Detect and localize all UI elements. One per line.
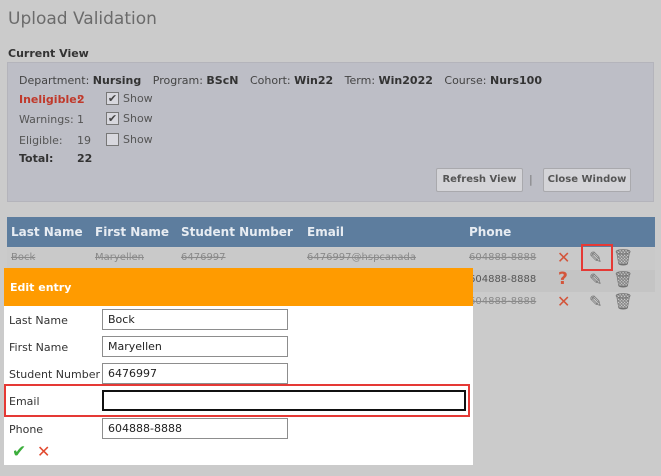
student-number-input[interactable] [102, 363, 288, 384]
last-name-input[interactable] [102, 309, 288, 330]
cancel-x-icon[interactable]: ✕ [37, 442, 50, 461]
warnings-show-checkbox[interactable]: ✔ [106, 112, 119, 125]
pencil-icon[interactable]: ✎ [589, 272, 602, 288]
email-field-highlight [4, 384, 470, 417]
department-value: Nursing [92, 74, 142, 87]
column-first-name[interactable]: First Name [95, 225, 169, 239]
current-view-title: Current View [8, 47, 89, 60]
department-label: Department: [19, 74, 90, 87]
cohort-label: Cohort: [249, 74, 291, 87]
edit-entry-title: Edit entry [4, 268, 473, 306]
cell-first-name: Maryellen [95, 252, 144, 263]
eligible-show-checkbox[interactable] [106, 133, 119, 146]
table-header: Last Name First Name Student Number Emai… [7, 217, 655, 247]
total-label: Total: [19, 152, 54, 165]
term-value: Win2022 [378, 74, 433, 87]
cell-phone: 604888-8888 [469, 252, 537, 263]
cell-phone: 604888-8888 [469, 296, 537, 307]
ineligible-label: Ineligible: [19, 93, 82, 106]
eligible-show-label: Show [123, 133, 153, 146]
program-value: BScN [206, 74, 239, 87]
phone-input[interactable] [102, 418, 288, 439]
ineligible-count: 2 [77, 93, 85, 106]
cell-last-name: Bock [11, 252, 36, 263]
course-label: Course: [444, 74, 487, 87]
phone-label: Phone [9, 423, 44, 436]
button-separator: | [529, 173, 533, 186]
cell-phone: 604888-8888 [469, 274, 537, 285]
student-number-label: Student Number [9, 368, 100, 381]
refresh-view-button[interactable]: Refresh View [436, 168, 523, 192]
course-value: Nurs100 [490, 74, 542, 87]
ineligible-show-checkbox[interactable]: ✔ [106, 92, 119, 105]
first-name-input[interactable] [102, 336, 288, 357]
eligible-count: 19 [77, 134, 91, 147]
current-view-panel: Department: Nursing Program: BScN Cohort… [7, 62, 654, 202]
ineligible-show-label: Show [123, 92, 153, 105]
trash-icon[interactable]: 🗑 [613, 272, 633, 288]
page-title: Upload Validation [8, 9, 157, 29]
warnings-label: Warnings: [19, 113, 74, 126]
first-name-label: First Name [9, 341, 69, 354]
filter-summary: Department: Nursing Program: BScN Cohort… [19, 74, 542, 87]
cell-email: 6476997@hspcanada [307, 252, 416, 263]
column-student-number[interactable]: Student Number [181, 225, 293, 239]
last-name-label: Last Name [9, 314, 68, 327]
cohort-value: Win22 [294, 74, 334, 87]
warning-question-icon: ? [558, 269, 568, 289]
edit-entry-panel: Edit entry Last Name First Name Student … [4, 268, 473, 465]
column-last-name[interactable]: Last Name [11, 225, 83, 239]
eligible-label: Eligible: [19, 134, 63, 147]
warnings-show-label: Show [123, 112, 153, 125]
trash-icon[interactable]: 🗑 [613, 250, 633, 266]
ineligible-x-icon: ✕ [557, 248, 571, 267]
program-label: Program: [152, 74, 203, 87]
trash-icon[interactable]: 🗑 [613, 294, 633, 310]
term-label: Term: [344, 74, 376, 87]
cell-student-number: 6476997 [181, 252, 226, 263]
save-check-icon[interactable]: ✔ [12, 442, 26, 462]
close-window-button[interactable]: Close Window [543, 168, 631, 192]
ineligible-x-icon: ✕ [557, 292, 571, 311]
table-row[interactable]: Bock Maryellen 6476997 6476997@hspcanada… [7, 248, 655, 270]
pencil-icon[interactable]: ✎ [589, 294, 602, 310]
column-email[interactable]: Email [307, 225, 344, 239]
total-count: 22 [77, 152, 93, 165]
edit-icon-highlight [581, 244, 613, 271]
column-phone[interactable]: Phone [469, 225, 511, 239]
warnings-count: 1 [77, 113, 84, 126]
